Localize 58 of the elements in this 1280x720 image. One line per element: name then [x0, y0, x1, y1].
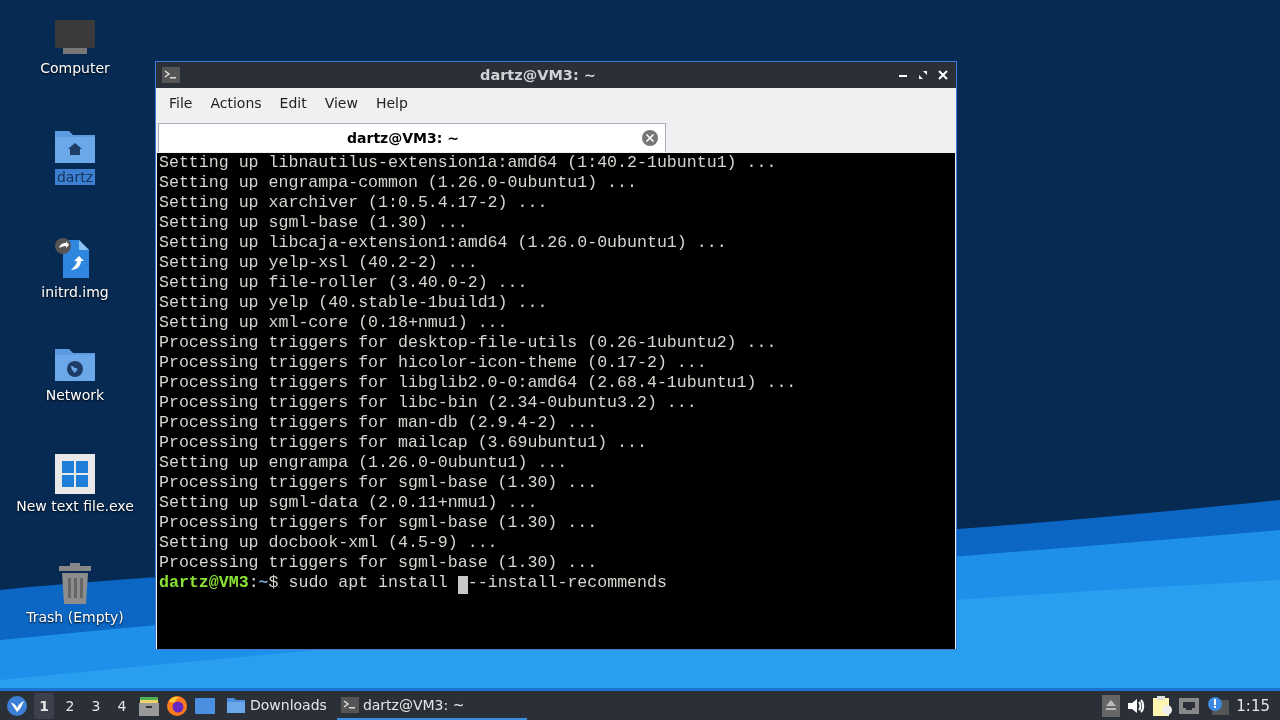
show-desktop-icon[interactable]	[194, 695, 216, 716]
terminal-line: Processing triggers for desktop-file-utils (0.26-1ubuntu2) ...	[159, 333, 778, 353]
browser-icon[interactable]	[166, 694, 188, 717]
window-title: dartz@VM3: ~	[479, 67, 597, 83]
terminal-line: Setting up file-roller (3.40.0-2) ...	[159, 273, 529, 293]
terminal-tab[interactable]: dartz@VM3: ~	[158, 123, 666, 152]
terminal-icon	[162, 67, 180, 83]
terminal-line: Setting up libcaja-extension1:amd64 (1.26.0-0ubuntu1) ...	[159, 233, 728, 253]
desktop-icon-label[interactable]: New text file.exe	[14, 498, 136, 514]
terminal-line: Processing triggers for libc-bin (2.34-0ubuntu3.2) ...	[159, 393, 698, 413]
workspace-button[interactable]: 3	[86, 692, 106, 719]
terminal-line: Setting up libnautilus-extension1a:amd64 (1:40.2-1ubuntu1) ...	[159, 153, 778, 173]
terminal-line: Processing triggers for mailcap (3.69ubuntu1) ...	[159, 433, 648, 453]
terminal-line: Setting up xarchiver (1:0.5.4.17-2) ...	[159, 193, 549, 213]
terminal-line: Processing triggers for sgml-base (1.30) ...	[159, 473, 599, 493]
terminal-line: Processing triggers for sgml-base (1.30) ...	[159, 513, 599, 533]
desktop-icon-label[interactable]: Computer	[38, 60, 112, 76]
menu-item[interactable]: Actions	[201, 95, 271, 111]
desktop-icon-label[interactable]: Trash (Empty)	[24, 609, 126, 625]
start-menu-icon[interactable]	[6, 694, 28, 717]
terminal-line: Setting up engrampa-common (1.26.0-0ubuntu1) ...	[159, 173, 638, 193]
terminal-line: Setting up yelp (40.stable-1build1) ...	[159, 293, 549, 313]
workspace-button[interactable]: 2	[60, 692, 80, 719]
maximize-icon[interactable]	[916, 68, 930, 82]
ethernet-icon[interactable]	[1178, 696, 1201, 715]
terminal-line: Setting up sgml-base (1.30) ...	[159, 213, 469, 233]
terminal-line: Setting up engrampa (1.26.0-0ubuntu1) ...	[159, 453, 569, 473]
terminal-icon	[340, 696, 359, 713]
eject-icon[interactable]	[1102, 694, 1121, 717]
terminal-line: Processing triggers for libglib2.0-0:amd64 (2.68.4-1ubuntu1) ...	[159, 373, 798, 393]
terminal-line: Setting up xml-core (0.18+nmu1) ...	[159, 313, 509, 333]
menu-item[interactable]: Edit	[270, 95, 316, 111]
clipboard-icon[interactable]	[1152, 694, 1173, 717]
notification-icon[interactable]	[1206, 695, 1231, 716]
workspace-button[interactable]: 4	[112, 692, 132, 719]
close-icon[interactable]	[936, 68, 950, 82]
terminal-line: Setting up sgml-data (2.0.11+nmu1) ...	[159, 493, 539, 513]
folder-icon	[226, 695, 246, 714]
taskbar-task[interactable]: dartz@VM3: ~	[336, 691, 527, 720]
menu-item[interactable]: Help	[366, 95, 417, 111]
taskbar-task[interactable]: Downloads	[222, 691, 331, 720]
terminal-line: Setting up docbook-xml (4.5-9) ...	[159, 533, 499, 553]
terminal-line: Processing triggers for man-db (2.9.4-2) ...	[159, 413, 599, 433]
terminal-line: Processing triggers for hicolor-icon-theme (0.17-2) ...	[159, 353, 708, 373]
windows-logo-icon	[55, 454, 95, 494]
workspace-button[interactable]: 1	[34, 692, 54, 719]
terminal-line: Processing triggers for sgml-base (1.30) ...	[159, 553, 599, 573]
menu-item[interactable]: File	[160, 95, 202, 111]
terminal-output[interactable]	[157, 153, 955, 649]
volume-icon[interactable]	[1126, 696, 1147, 715]
desktop-icon-label[interactable]: Network	[43, 387, 107, 403]
terminal-line: Setting up yelp-xsl (40.2-2) ...	[159, 253, 479, 273]
menu-item[interactable]: View	[315, 95, 367, 111]
monitor-icon	[53, 18, 97, 56]
file-cabinet-icon[interactable]	[138, 694, 160, 717]
desktop-icon-label[interactable]: initrd.img	[39, 284, 111, 300]
terminal-prompt-line: dartz@VM3:~$ sudo apt install --install-recommends	[159, 573, 668, 593]
clock[interactable]: 1:15	[1236, 696, 1274, 715]
